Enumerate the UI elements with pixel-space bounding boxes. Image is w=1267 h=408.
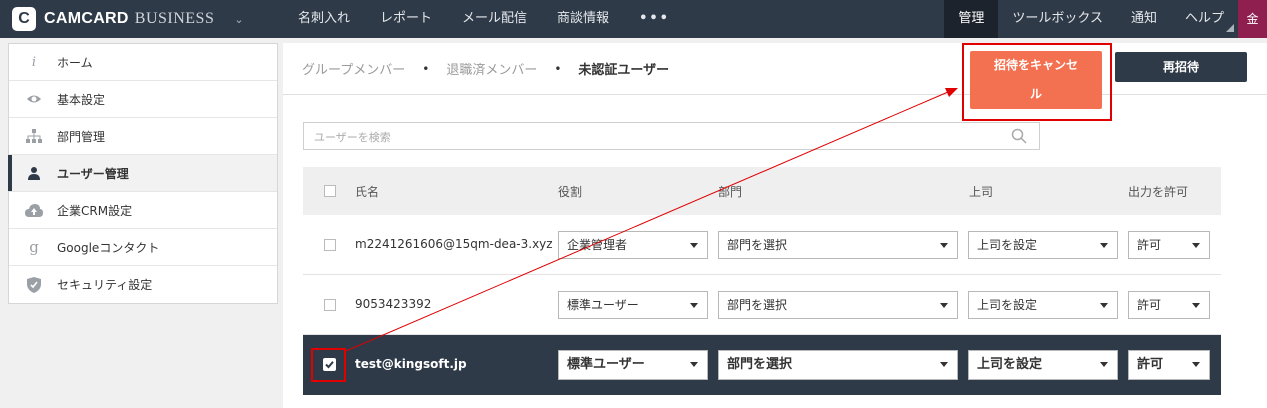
annotation-arrow [345,88,958,352]
